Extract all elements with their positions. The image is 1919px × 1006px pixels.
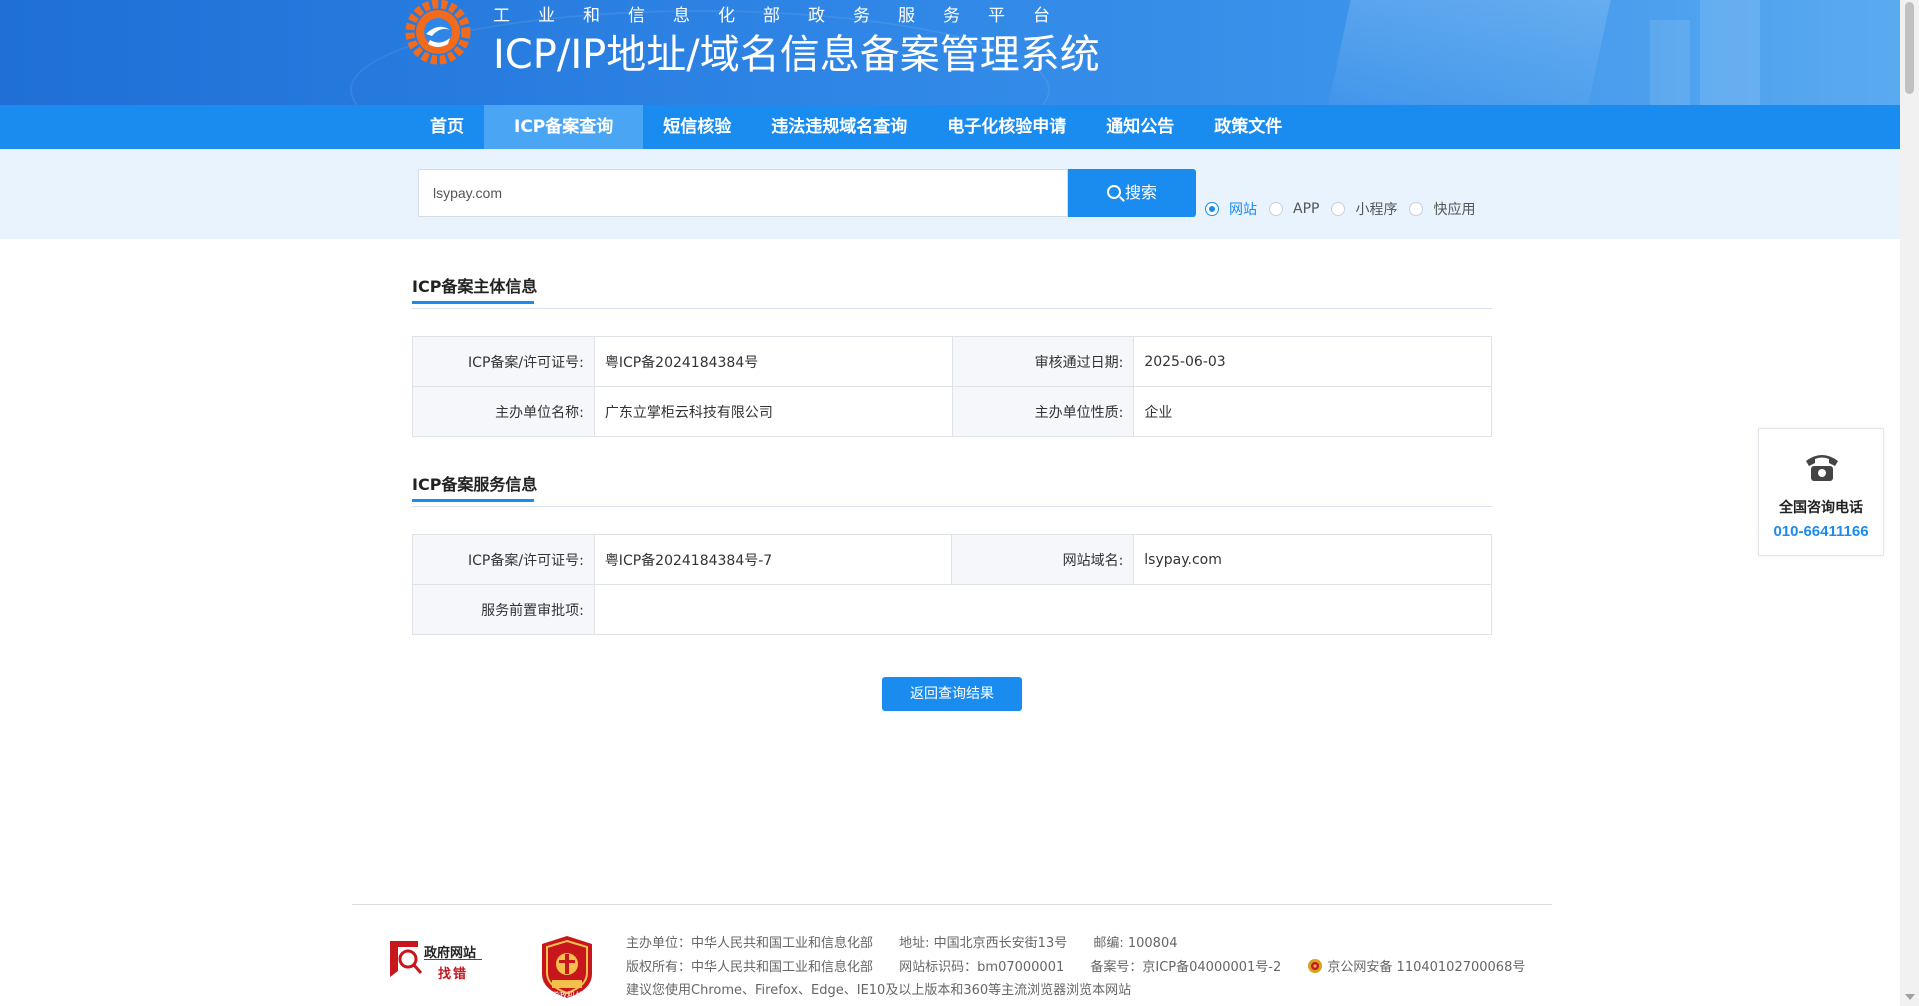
hotline-label: 全国咨询电话 — [1779, 500, 1863, 516]
zfwz-line2: 找错 — [438, 967, 469, 982]
section-heading: ICP备案服务信息 — [412, 475, 538, 494]
radio-miniprogram[interactable]: 小程序 — [1331, 199, 1397, 219]
search-bar: lsypay.com 搜索 网站 APP 小程序 快应用 — [0, 149, 1900, 239]
footer-site-id: 网站标识码：bm07000001 — [899, 960, 1065, 975]
table-row: ICP备案/许可证号: 粤ICP备2024184384号-7 网站域名: lsy… — [412, 534, 1492, 585]
hotline-number: 010-66411166 — [1773, 523, 1869, 540]
footer-police-link[interactable]: 京公网安备 11040102700068号 — [1327, 960, 1525, 975]
footer-line-3: 建议您使用Chrome、Firefox、Edge、IE10及以上版本和360等主… — [626, 983, 1132, 998]
search-button-label: 搜索 — [1124, 183, 1157, 202]
miit-logo-icon[interactable] — [400, 0, 478, 66]
nav-item-e-verify[interactable]: 电子化核验申请 — [927, 105, 1086, 149]
service-license-value: 粤ICP备2024184384号-7 — [593, 534, 953, 585]
search-button[interactable]: 搜索 — [1068, 169, 1196, 217]
footer-line-2: 版权所有：中华人民共和国工业和信息化部 网站标识码：bm07000001 备案号… — [626, 956, 1525, 975]
license-label: ICP备案/许可证号: — [412, 336, 595, 387]
search-type-group: 网站 APP 小程序 快应用 — [1205, 199, 1487, 219]
scrollbar-thumb[interactable] — [1905, 2, 1914, 94]
service-info-table: ICP备案/许可证号: 粤ICP备2024184384号-7 网站域名: lsy… — [412, 534, 1493, 635]
table-row: 主办单位名称: 广东立掌柜云科技有限公司 主办单位性质: 企业 — [412, 386, 1492, 437]
footer-line-1: 主办单位：中华人民共和国工业和信息化部 地址: 中国北京西长安街13号 邮编: … — [626, 932, 1200, 951]
banner-decoration — [1325, 0, 1615, 105]
footer-zipcode: 邮编: 100804 — [1093, 936, 1178, 951]
pre-approval-value — [593, 584, 1493, 635]
divider — [412, 506, 1492, 507]
nav-item-notices[interactable]: 通知公告 — [1086, 105, 1194, 149]
table-row: ICP备案/许可证号: 粤ICP备2024184384号 审核通过日期: 202… — [412, 336, 1492, 387]
gov-site-error-report-badge[interactable]: 政府网站 找错 — [388, 935, 488, 985]
org-type-label: 主办单位性质: — [951, 386, 1135, 437]
subject-info-title: ICP备案主体信息 — [412, 273, 538, 304]
radio-unchecked-icon[interactable] — [1409, 202, 1424, 216]
radio-website[interactable]: 网站 — [1205, 199, 1257, 219]
main-nav: 首页 ICP备案查询 短信核验 违法违规域名查询 电子化核验申请 通知公告 政策… — [0, 105, 1900, 149]
footer-address: 地址: 中国北京西长安街13号 — [899, 936, 1068, 951]
footer-divider — [352, 904, 1552, 905]
domain-label: 网站域名: — [951, 534, 1135, 585]
license-value: 粤ICP备2024184384号 — [593, 336, 953, 387]
scroll-down-arrow-icon[interactable] — [1905, 994, 1915, 1000]
nav-item-icp-query[interactable]: ICP备案查询 — [484, 105, 644, 149]
phone-icon — [1806, 455, 1838, 481]
dzjg-label: 党政机关 — [551, 991, 583, 1000]
footer-copyright: 版权所有：中华人民共和国工业和信息化部 — [626, 960, 874, 975]
nav-item-home[interactable]: 首页 — [410, 105, 484, 149]
banner-decoration — [1650, 20, 1690, 105]
radio-checked-icon[interactable] — [1205, 202, 1219, 216]
approval-date-value: 2025-06-03 — [1133, 336, 1492, 387]
approval-date-label: 审核通过日期: — [951, 336, 1135, 387]
divider — [424, 959, 482, 960]
footer-host: 主办单位：中华人民共和国工业和信息化部 — [626, 936, 874, 951]
radio-app[interactable]: APP — [1269, 201, 1319, 217]
section-underline — [412, 499, 534, 502]
police-badge-icon — [1308, 959, 1323, 973]
subject-info-table: ICP备案/许可证号: 粤ICP备2024184384号 审核通过日期: 202… — [412, 336, 1492, 437]
hotline-widget[interactable]: 全国咨询电话 010-66411166 — [1758, 428, 1884, 556]
org-name-label: 主办单位名称: — [412, 386, 595, 437]
section-heading: ICP备案主体信息 — [412, 277, 538, 296]
nav-item-illegal-domain[interactable]: 违法违规域名查询 — [751, 105, 927, 149]
search-input[interactable]: lsypay.com — [418, 169, 1068, 217]
domain-value: lsypay.com — [1133, 534, 1492, 585]
table-row: 服务前置审批项: — [412, 584, 1493, 635]
page-scrollbar[interactable] — [1900, 0, 1919, 1006]
nav-item-sms-verify[interactable]: 短信核验 — [643, 105, 751, 149]
magnifier-icon — [390, 941, 423, 977]
nav-item-policies[interactable]: 政策文件 — [1194, 105, 1302, 149]
footer-icp-link[interactable]: 备案号：京ICP备04000001号-2 — [1090, 960, 1281, 975]
radio-unchecked-icon[interactable] — [1331, 202, 1346, 216]
back-to-results-button[interactable]: 返回查询结果 — [882, 677, 1022, 711]
section-underline — [412, 301, 534, 304]
search-icon — [1106, 185, 1121, 199]
pre-approval-label: 服务前置审批项: — [412, 584, 595, 635]
service-info-title: ICP备案服务信息 — [412, 471, 538, 502]
header-banner: 工业和信息化部政务服务平台 ICP/IP地址/域名信息备案管理系统 — [0, 0, 1900, 105]
page-title: ICP/IP地址/域名信息备案管理系统 — [493, 32, 1100, 78]
org-name-value: 广东立掌柜云科技有限公司 — [593, 386, 953, 437]
divider — [412, 308, 1492, 309]
org-type-value: 企业 — [1133, 386, 1492, 437]
service-license-label: ICP备案/许可证号: — [412, 534, 595, 585]
banner-decoration — [1700, 0, 1760, 105]
radio-quickapp[interactable]: 快应用 — [1409, 199, 1475, 219]
radio-unchecked-icon[interactable] — [1269, 202, 1283, 216]
